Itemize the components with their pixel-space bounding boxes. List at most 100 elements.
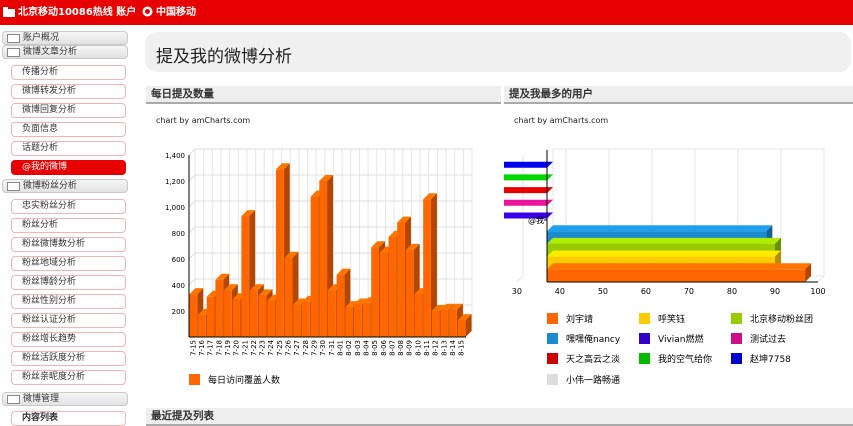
bar-front xyxy=(423,199,431,337)
grid-line-y xyxy=(188,174,196,182)
sidebar-item-2-7[interactable]: 粉丝增长趋势 xyxy=(11,332,126,347)
user-bar-刘宇靖 xyxy=(547,263,812,282)
x-tick-label: 7-19 xyxy=(224,340,232,356)
legend-label: Vivian燃燃 xyxy=(658,333,704,345)
brand[interactable]: 中国移动 xyxy=(142,0,196,25)
recent-panel-title: 最近提及列表 xyxy=(146,408,853,426)
page-title: 提及我的微博分析 xyxy=(156,47,292,67)
bar-front xyxy=(275,169,284,337)
daily-mentions-chart: 2004006008001,0001,2001,4007-15 7-16 7-17 7… xyxy=(165,148,473,386)
bar-front xyxy=(388,236,397,337)
bar-front xyxy=(457,320,466,337)
bar-front xyxy=(414,294,423,337)
account-label: 北京移动10086热线 账户 xyxy=(18,7,137,18)
sidebar-item-2-4[interactable]: 粉丝博龄分析 xyxy=(11,275,126,290)
x-tick-label: 8-11 xyxy=(423,340,431,356)
x-tick-label: 8-10 xyxy=(414,340,422,356)
legend-swatch xyxy=(639,333,650,344)
top-users-chart: 30 40 50 60 70 80 90 100 @我刘宇靖 呼笑钰 北京移动粉丝团嘿嘿俺nancy… xyxy=(504,148,826,386)
y-tick-label: 400 xyxy=(172,282,185,290)
sidebar-section-label: 微博文章分析 xyxy=(23,47,78,57)
x-tick-label: 7-25 xyxy=(276,340,284,356)
sidebar-section-label: 微博粉丝分析 xyxy=(23,181,78,191)
bar-front xyxy=(258,295,267,337)
legend-swatch xyxy=(731,313,742,324)
legend-label: 每日访问覆盖人数 xyxy=(208,374,280,386)
sidebar-item-2-6[interactable]: 粉丝认证分析 xyxy=(11,313,126,328)
x-tick-label: 40 xyxy=(555,287,565,296)
sidebar-item-1-5[interactable]: @我的微博 xyxy=(11,160,126,175)
x-tick-label: 7-22 xyxy=(250,340,258,356)
x-tick-label: 8-08 xyxy=(397,340,405,356)
sidebar-item-2-5[interactable]: 粉丝性别分析 xyxy=(11,294,126,309)
x-tick-label: 8-14 xyxy=(449,339,457,355)
legend-label: 天之高云之淡 xyxy=(566,353,620,365)
sidebar-item-1-0[interactable]: 传播分析 xyxy=(11,65,126,80)
bar-front xyxy=(250,290,258,337)
bar-top xyxy=(504,149,553,155)
top-bar: 北京移动10086热线 账户 中国移动 xyxy=(0,0,853,25)
bar-front xyxy=(189,294,198,337)
bar-top xyxy=(547,237,781,244)
bar-front xyxy=(224,290,232,337)
sidebar-section-3[interactable]: 微博管理 xyxy=(2,392,128,406)
x-tick-label: 7-15 xyxy=(189,340,197,356)
bar-top xyxy=(504,161,553,168)
sidebar-item-1-3[interactable]: 负面信息 xyxy=(11,122,126,137)
grid-line-y xyxy=(188,148,196,156)
x-tick-label: 7-28 xyxy=(302,340,310,356)
bar-front xyxy=(336,274,345,337)
sidebar-item-1-4[interactable]: 话题分析 xyxy=(11,141,126,156)
bar-front xyxy=(440,309,449,337)
brand-label: 中国移动 xyxy=(156,7,196,18)
sidebar-section-0[interactable]: 账户概况 xyxy=(2,31,128,45)
bar-front xyxy=(362,303,371,337)
legend-swatch xyxy=(547,374,558,385)
sidebar-section-1[interactable]: 微博文章分析 xyxy=(2,45,128,59)
bar-top xyxy=(547,225,773,232)
bar-front xyxy=(405,249,414,337)
sidebar-item-3-0[interactable]: 内容列表 xyxy=(11,411,126,426)
legend-swatch xyxy=(547,313,558,324)
sidebar-item-1-2[interactable]: 微博回复分析 xyxy=(11,103,126,118)
legend-label: 嘿嘿俺nancy xyxy=(566,333,621,345)
bar-top xyxy=(504,199,553,206)
sidebar-item-2-1[interactable]: 粉丝分析 xyxy=(11,218,126,233)
account-title: 北京移动10086热线 账户 xyxy=(0,0,136,25)
sidebar-item-1-1[interactable]: 微博转发分析 xyxy=(11,84,126,99)
sidebar-item-2-9[interactable]: 粉丝亲昵度分析 xyxy=(11,370,126,385)
y-tick-label: 1,400 xyxy=(165,152,185,160)
legend-swatch xyxy=(639,353,650,364)
bar-front xyxy=(206,296,215,337)
grid-line-x xyxy=(516,275,524,283)
legend-label: 刘宇靖 xyxy=(566,313,593,325)
bar-front xyxy=(267,300,276,337)
x-tick-label: 7-30 xyxy=(319,340,327,356)
legend-label: 呼笑钰 xyxy=(658,313,685,325)
x-tick-label: 8-13 xyxy=(440,340,448,356)
bar-front xyxy=(310,196,319,337)
bar-front xyxy=(284,257,293,337)
legend-swatch xyxy=(547,353,558,364)
sidebar-item-2-2[interactable]: 粉丝微博数分析 xyxy=(11,237,126,252)
y-tick-label: 1,000 xyxy=(165,204,185,212)
legend-swatch xyxy=(189,374,200,385)
bar-top xyxy=(547,250,781,257)
bar-top xyxy=(504,174,553,181)
grid-line-y xyxy=(188,252,196,260)
users-chart-credit[interactable]: chart by amCharts.com xyxy=(514,116,608,125)
x-tick-label: 8-15 xyxy=(458,340,466,356)
sidebar-item-2-3[interactable]: 粉丝地域分析 xyxy=(11,256,126,271)
bar-front xyxy=(345,307,354,337)
bar-front xyxy=(215,279,224,337)
bar-top xyxy=(504,187,553,194)
x-tick-label: 8-07 xyxy=(388,340,396,356)
sidebar-item-2-0[interactable]: 忠实粉丝分析 xyxy=(11,199,126,214)
x-tick-label: 8-02 xyxy=(345,340,353,356)
sidebar-section-2[interactable]: 微博粉丝分析 xyxy=(2,179,128,193)
grid-line-x xyxy=(817,275,825,283)
y-tick-label: 600 xyxy=(172,256,185,264)
sidebar-item-2-8[interactable]: 粉丝活跃度分析 xyxy=(11,351,126,366)
daily-chart-credit[interactable]: chart by amCharts.com xyxy=(156,116,250,125)
x-tick-label: 90 xyxy=(770,287,780,296)
